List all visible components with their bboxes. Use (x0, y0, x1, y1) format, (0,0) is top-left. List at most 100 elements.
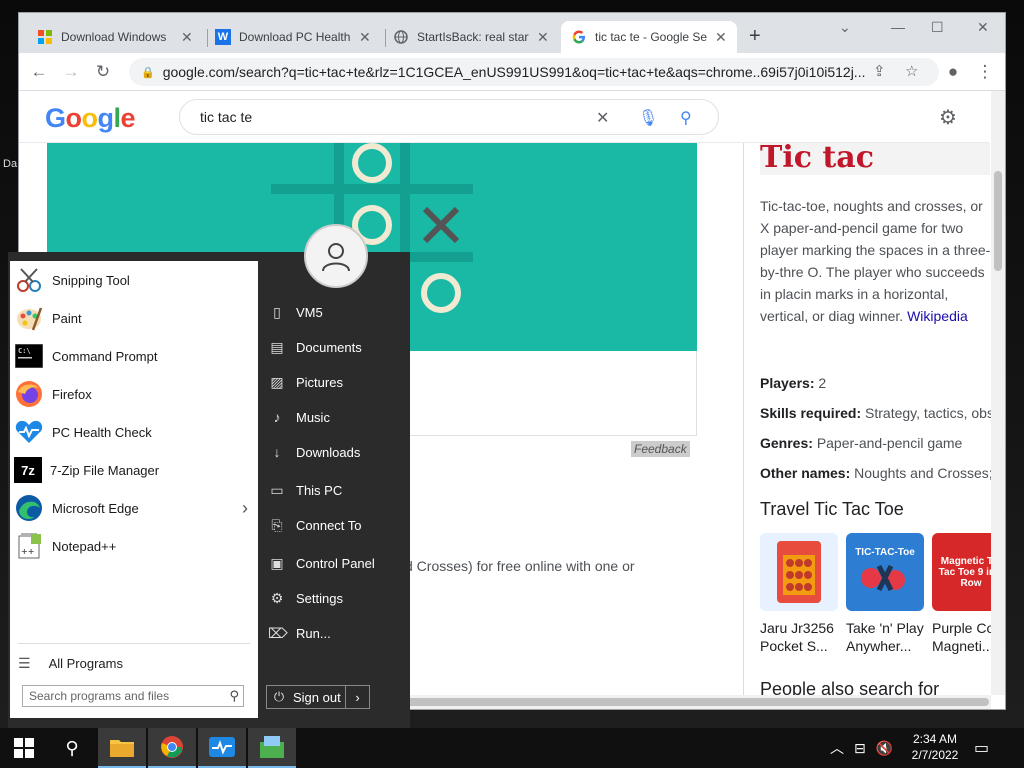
app-microsoft-edge[interactable]: Microsoft Edge › (10, 491, 258, 525)
gear-icon[interactable]: ⚙ (939, 105, 957, 130)
tab-google-search[interactable]: tic tac te - Google Se ✕ (561, 21, 737, 53)
address-bar[interactable]: 🔒 google.com/search?q=tic+tac+te&rlz=1C1… (129, 58, 939, 86)
google-logo[interactable]: Google (45, 103, 136, 134)
search-input[interactable]: tic tac te ✕ 🎙 ⚲ (179, 99, 719, 135)
product-name-line2: Magneti... (932, 638, 991, 654)
sign-out-button[interactable]: ⏻ Sign out › (266, 685, 370, 709)
product-card[interactable]: Magnetic Tic Tac Toe 9 in a Row Purple C… (932, 533, 991, 655)
taskbar: ⚲ ︿ ⊟ 🔇 2:34 AM 2/7/2022 ▭ (0, 728, 1024, 768)
reload-button[interactable]: ↻ (91, 60, 115, 84)
bookmark-star-icon[interactable]: ☆ (905, 62, 918, 80)
lock-icon[interactable]: 🔒 (141, 66, 155, 79)
more-menu-icon[interactable]: ⋮ (973, 60, 997, 84)
place-pictures[interactable]: ▨ Pictures (268, 367, 408, 397)
app-notepad-plus-plus[interactable]: ++ Notepad++ (10, 529, 258, 563)
place-connect-to[interactable]: ⎘ Connect To (268, 510, 408, 540)
file-explorer-icon[interactable] (98, 728, 146, 768)
app-paint[interactable]: Paint (10, 301, 258, 335)
knowledge-panel: Tic tac Tic-tac-toe, noughts and crosses… (743, 143, 991, 709)
search-icon[interactable]: ⚲ (680, 108, 692, 128)
app-7zip[interactable]: 7z 7-Zip File Manager (10, 453, 258, 487)
tab-download-windows[interactable]: Download Windows ✕ (27, 21, 203, 53)
place-music[interactable]: ♪ Music (268, 402, 408, 432)
tab-startisback[interactable]: StartIsBack: real start ✕ (383, 21, 559, 53)
list-icon: ☰ (18, 654, 31, 671)
maximize-button[interactable]: ☐ (931, 19, 944, 36)
minimize-button[interactable]: — (891, 19, 905, 35)
app-firefox[interactable]: Firefox (10, 377, 258, 411)
place-run[interactable]: ⌦ Run... (268, 618, 408, 648)
clear-icon[interactable]: ✕ (596, 108, 609, 128)
place-downloads[interactable]: ↓ Downloads (268, 437, 408, 467)
back-button[interactable]: ← (27, 60, 51, 84)
close-icon[interactable]: ✕ (359, 29, 371, 46)
search-placeholder: Search programs and files (29, 689, 170, 703)
profile-avatar-icon[interactable]: ● (941, 60, 965, 84)
place-vm5[interactable]: ▯ VM5 (268, 297, 408, 327)
microphone-icon[interactable]: 🎙 (638, 108, 658, 128)
fact-value: 2 (818, 375, 827, 391)
search-icon[interactable]: ⚲ (229, 688, 239, 704)
product-image (760, 533, 838, 611)
system-tray: ︿ ⊟ 🔇 (830, 728, 903, 768)
kp-header-image[interactable]: Tic tac (760, 143, 990, 175)
chrome-icon[interactable] (148, 728, 196, 768)
clock-date: 2/7/2022 (911, 748, 959, 762)
fact-value: Strategy, tactics, obse (865, 405, 991, 421)
all-programs-button[interactable]: ☰ All Programs (10, 649, 258, 677)
share-icon[interactable]: ⇪ (873, 62, 886, 80)
speaker-muted-icon[interactable]: 🔇 (876, 740, 893, 757)
app-snipping-tool[interactable]: Snipping Tool (10, 263, 258, 297)
scrollbar-thumb[interactable] (994, 171, 1002, 271)
app-label: Microsoft Edge (52, 500, 139, 516)
place-documents[interactable]: ▤ Documents (268, 332, 408, 362)
network-icon[interactable]: ⊟ (854, 740, 866, 757)
sign-out-label: Sign out (293, 689, 341, 705)
app-command-prompt[interactable]: C:\ Command Prompt (10, 339, 258, 373)
picture-icon: ▨ (270, 373, 284, 390)
svg-text:++: ++ (21, 547, 34, 556)
place-this-pc[interactable]: ▭ This PC (268, 475, 408, 505)
app-label: Paint (52, 310, 82, 326)
tab-title: Download Windows (61, 30, 167, 44)
product-card[interactable]: TIC-TAC-Toe Take 'n' Play Anywher... (846, 533, 924, 655)
chevron-up-icon[interactable]: ︿ (830, 738, 844, 758)
close-icon[interactable]: ✕ (181, 29, 193, 46)
clock[interactable]: 2:34 AM 2/7/2022 (906, 731, 964, 763)
close-window-button[interactable]: ✕ (977, 19, 989, 36)
chevron-right-icon[interactable]: › (242, 498, 248, 519)
o-mark (421, 273, 461, 313)
globe-icon (393, 29, 409, 45)
app-label: PC Health Check (52, 424, 152, 440)
kp-fact-genres: Genres: Paper-and-pencil game (760, 435, 962, 451)
search-icon[interactable]: ⚲ (48, 728, 96, 768)
logo-letter: o (65, 103, 83, 133)
scrollbar-thumb[interactable] (339, 698, 989, 706)
new-tab-button[interactable]: + (749, 25, 761, 48)
vertical-scrollbar[interactable] (991, 91, 1005, 695)
pc-health-check-icon[interactable] (198, 728, 246, 768)
tab-title: StartIsBack: real start (417, 30, 529, 44)
desktop-icon-label[interactable]: Da (3, 158, 17, 170)
start-button[interactable] (0, 728, 48, 768)
close-icon[interactable]: ✕ (715, 29, 727, 46)
close-icon[interactable]: ✕ (537, 29, 549, 46)
app-pc-health-check[interactable]: PC Health Check (10, 415, 258, 449)
forward-button[interactable]: → (59, 60, 83, 84)
w-icon: W (215, 29, 231, 45)
installer-icon[interactable] (248, 728, 296, 768)
tab-search-chevron-icon[interactable]: ⌄ (839, 19, 851, 36)
place-settings[interactable]: ⚙ Settings (268, 583, 408, 613)
product-card[interactable]: Jaru Jr3256 Pocket S... (760, 533, 838, 655)
app-label: Firefox (52, 386, 92, 402)
chevron-right-icon[interactable]: › (345, 686, 369, 708)
tab-download-pc-health[interactable]: W Download PC Health ✕ (205, 21, 381, 53)
start-search-input[interactable]: Search programs and files ⚲ (22, 685, 244, 707)
wikipedia-link[interactable]: Wikipedia (907, 308, 968, 324)
feedback-link[interactable]: Feedback (631, 441, 690, 457)
user-avatar[interactable] (304, 224, 368, 288)
o-mark (352, 143, 392, 183)
all-programs-label: All Programs (48, 655, 123, 671)
place-control-panel[interactable]: ▣ Control Panel (268, 548, 408, 578)
notification-icon[interactable]: ▭ (974, 738, 989, 758)
